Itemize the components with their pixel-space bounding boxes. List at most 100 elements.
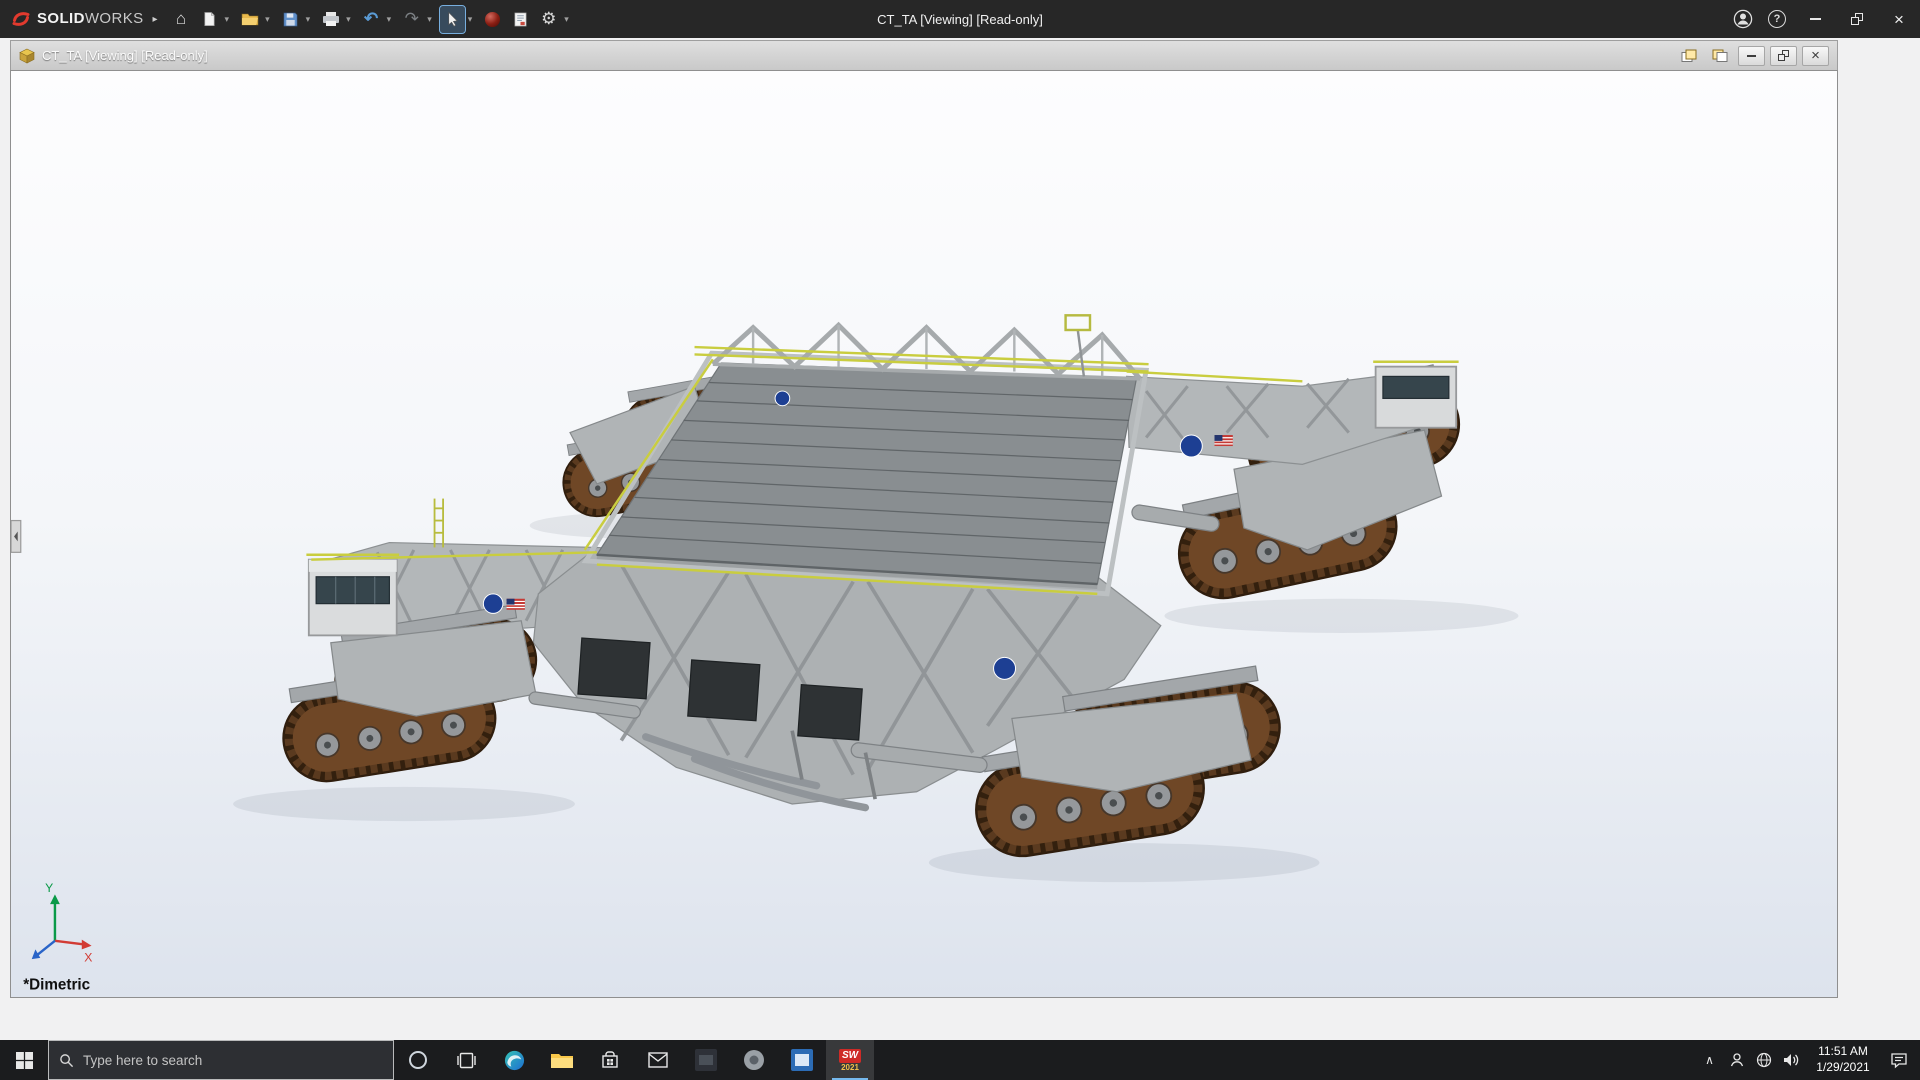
cortana-icon	[408, 1050, 428, 1070]
undo-caret-icon[interactable]: ▾	[387, 14, 392, 25]
store-icon	[600, 1050, 620, 1070]
taskbar-search[interactable]	[48, 1040, 394, 1080]
new-document-icon	[202, 11, 217, 27]
taskbar-app-round-button[interactable]	[730, 1040, 778, 1080]
clock-date: 1/29/2021	[1804, 1060, 1882, 1076]
mail-icon	[648, 1052, 668, 1068]
tray-contact-button[interactable]	[1723, 1040, 1750, 1080]
tile-windows-icon	[1712, 49, 1728, 63]
chevron-up-icon: ∧	[1705, 1053, 1714, 1067]
open-button[interactable]	[237, 6, 262, 33]
access-ladder	[435, 499, 444, 548]
file-explorer-icon	[550, 1050, 574, 1070]
redo-caret-icon[interactable]: ▾	[427, 14, 432, 25]
taskbar-app-dark-button[interactable]	[682, 1040, 730, 1080]
edge-button[interactable]	[490, 1040, 538, 1080]
select-cursor-icon	[445, 11, 460, 27]
doc-restore-button[interactable]	[1770, 46, 1797, 66]
dark-app-icon	[695, 1049, 717, 1071]
mail-button[interactable]	[634, 1040, 682, 1080]
viewport-layout-button-2[interactable]	[1707, 46, 1733, 66]
select-tool-button[interactable]	[440, 6, 465, 33]
print-button[interactable]	[318, 6, 343, 33]
network-globe-icon	[1756, 1052, 1772, 1068]
account-person-icon	[1733, 9, 1753, 29]
action-center-icon	[1890, 1051, 1908, 1069]
search-input[interactable]	[83, 1053, 383, 1068]
report-document-icon	[513, 12, 528, 27]
redo-button[interactable]: ↷	[399, 6, 424, 33]
doc-minimize-icon	[1747, 55, 1756, 57]
blue-app-icon	[791, 1049, 813, 1071]
document-part-icon	[19, 48, 35, 64]
close-button[interactable]: ×	[1878, 0, 1920, 38]
gear-icon: ⚙	[541, 9, 556, 29]
search-icon	[59, 1053, 74, 1068]
report-button[interactable]	[508, 6, 533, 33]
windows-logo-icon	[16, 1052, 33, 1069]
right-control-cab	[1373, 362, 1458, 428]
menu-flyout-icon[interactable]: ▸	[153, 14, 158, 25]
task-view-button[interactable]	[442, 1040, 490, 1080]
open-folder-icon	[241, 12, 259, 26]
minimize-button[interactable]	[1794, 0, 1836, 38]
speaker-icon	[1782, 1052, 1800, 1068]
cortana-button[interactable]	[394, 1040, 442, 1080]
taskbar-clock[interactable]: 11:51 AM 1/29/2021	[1804, 1044, 1882, 1075]
home-button[interactable]: ⌂	[169, 6, 194, 33]
orientation-triad[interactable]: Y X	[32, 881, 93, 965]
undo-icon: ↶	[364, 9, 378, 29]
solidworks-taskbar-button[interactable]: SW 2021	[826, 1040, 874, 1080]
volume-button[interactable]	[1777, 1040, 1804, 1080]
help-button[interactable]: ?	[1760, 0, 1794, 38]
file-explorer-button[interactable]	[538, 1040, 586, 1080]
app-titlebar: SOLIDWORKS ▸ ⌂ ▾ ▾	[0, 0, 1920, 38]
round-app-icon	[743, 1049, 765, 1071]
doc-minimize-button[interactable]	[1738, 46, 1765, 66]
taskbar-app-blue-button[interactable]	[778, 1040, 826, 1080]
document-title: CT_TA [Viewing] [Read-only]	[42, 48, 208, 63]
print-icon	[322, 11, 340, 27]
doc-restore-icon	[1778, 50, 1789, 61]
save-button[interactable]	[278, 6, 303, 33]
left-control-cab	[306, 555, 399, 636]
solidworks-swoosh-icon	[10, 8, 32, 30]
doc-close-button[interactable]: ×	[1802, 46, 1829, 66]
doc-close-icon: ×	[1811, 48, 1820, 63]
show-hidden-icons-button[interactable]: ∧	[1696, 1040, 1723, 1080]
open-caret-icon[interactable]: ▾	[265, 14, 270, 25]
viewport-layout-button-1[interactable]	[1676, 46, 1702, 66]
select-caret-icon[interactable]: ▾	[468, 14, 473, 25]
options-caret-icon[interactable]: ▾	[564, 14, 569, 25]
new-caret-icon[interactable]: ▾	[225, 14, 230, 25]
brand-text: SOLIDWORKS	[37, 10, 144, 28]
red-sphere-icon	[484, 11, 501, 28]
triad-y-label: Y	[45, 881, 53, 895]
network-button[interactable]	[1750, 1040, 1777, 1080]
document-titlebar: CT_TA [Viewing] [Read-only] ×	[10, 40, 1838, 70]
start-button[interactable]	[0, 1040, 48, 1080]
close-icon: ×	[1894, 11, 1904, 28]
account-button[interactable]	[1726, 0, 1760, 38]
action-center-button[interactable]	[1882, 1040, 1916, 1080]
task-view-icon	[456, 1052, 477, 1069]
window-title: CT_TA [Viewing] [Read-only]	[460, 12, 1460, 27]
titlebar-left-toolbar: SOLIDWORKS ▸ ⌂ ▾ ▾	[0, 6, 574, 33]
undo-button[interactable]: ↶	[359, 6, 384, 33]
document-window-controls: ×	[1676, 46, 1829, 66]
cascade-windows-icon	[1681, 49, 1697, 63]
view-orientation-label: *Dimetric	[23, 977, 90, 994]
solidworks-logo: SOLIDWORKS	[10, 8, 144, 30]
store-button[interactable]	[586, 1040, 634, 1080]
lifecycle-sphere-button[interactable]	[480, 6, 505, 33]
edge-icon	[503, 1049, 526, 1072]
options-button[interactable]: ⚙	[536, 6, 561, 33]
graphics-area[interactable]: Y X *Dimetric	[10, 70, 1838, 998]
restore-button[interactable]	[1836, 0, 1878, 38]
new-document-button[interactable]	[197, 6, 222, 33]
panel-collapse-tab[interactable]	[11, 521, 21, 553]
crawler-transporter-model: Y X *Dimetric	[11, 71, 1837, 997]
print-caret-icon[interactable]: ▾	[346, 14, 351, 25]
save-caret-icon[interactable]: ▾	[306, 14, 311, 25]
triad-x-label: X	[84, 951, 92, 965]
